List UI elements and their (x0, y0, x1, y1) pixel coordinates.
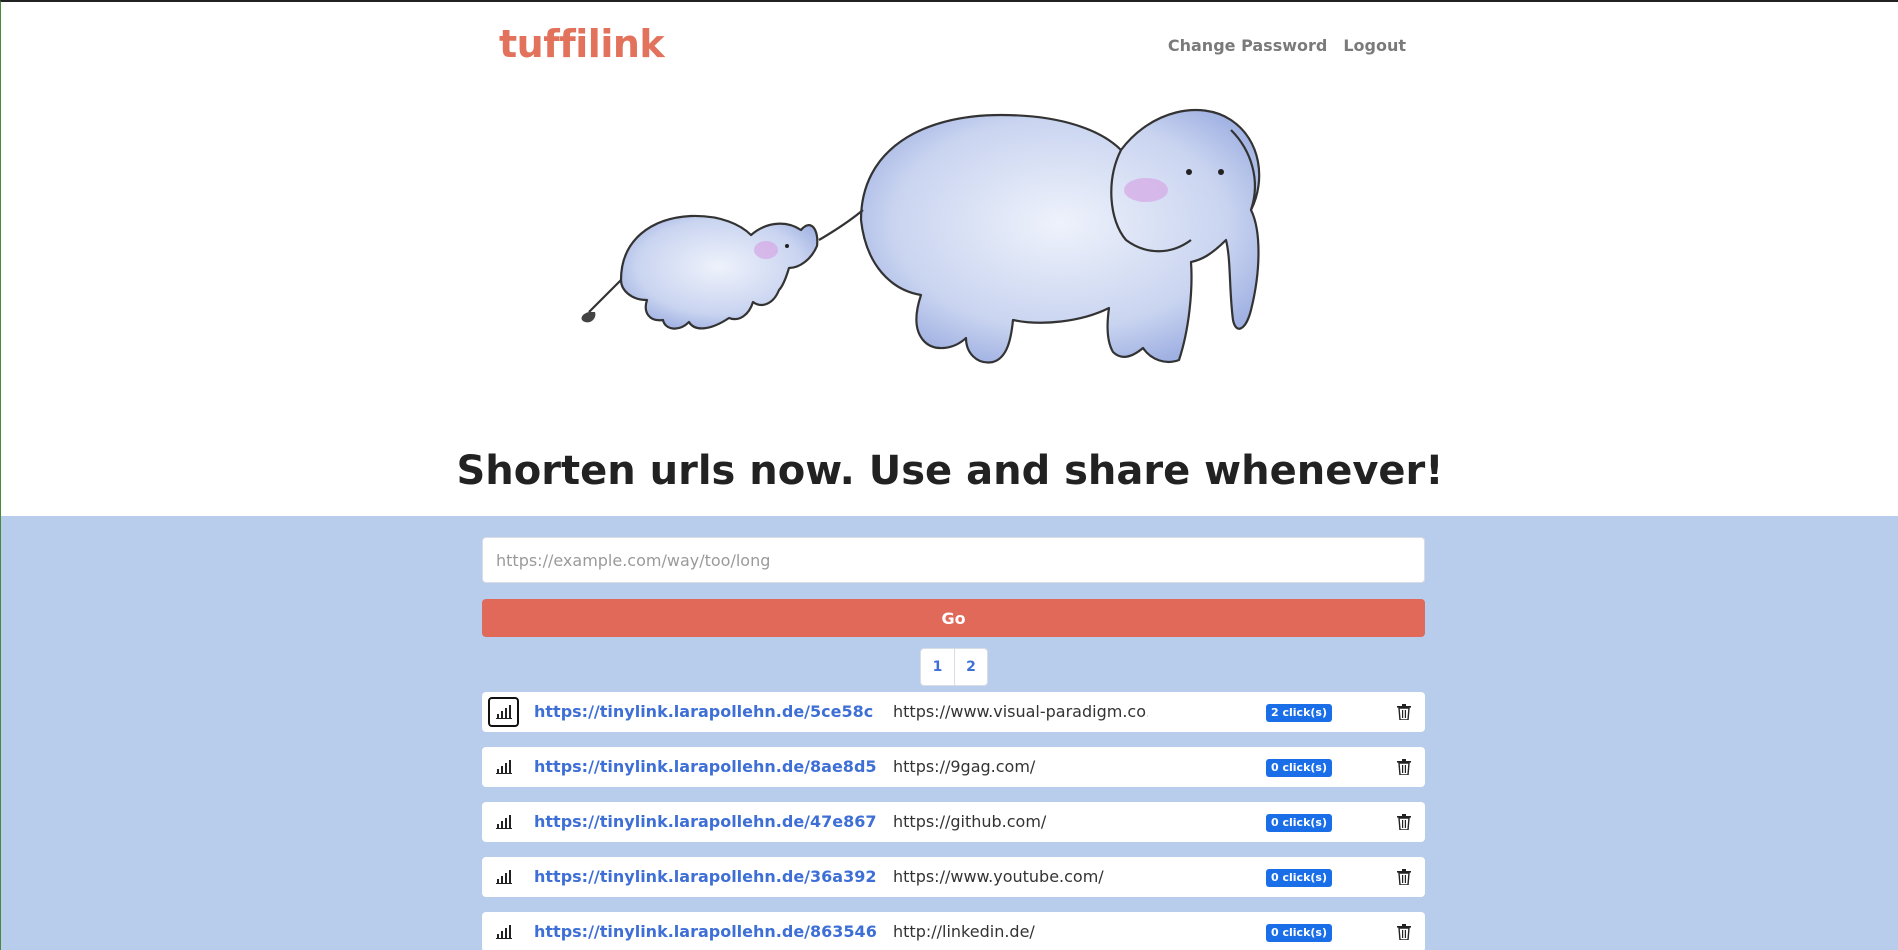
short-link[interactable]: https://tinylink.larapollehn.de/863546 (534, 922, 877, 941)
page-1-link[interactable]: 1 (921, 649, 954, 685)
logout-link[interactable]: Logout (1343, 36, 1406, 55)
original-url: https://www.youtube.com/ (893, 867, 1104, 886)
short-link[interactable]: https://tinylink.larapollehn.de/5ce58c (534, 702, 873, 721)
url-input[interactable] (482, 537, 1425, 583)
short-link[interactable]: https://tinylink.larapollehn.de/36a392 (534, 867, 876, 886)
click-count-badge: 0 click(s) (1266, 814, 1332, 832)
brand-logo[interactable]: tuffilink (499, 22, 665, 66)
trash-icon[interactable] (1395, 758, 1413, 776)
click-count-badge: 0 click(s) (1266, 759, 1332, 777)
trash-icon[interactable] (1395, 868, 1413, 886)
short-link[interactable]: https://tinylink.larapollehn.de/8ae8d5 (534, 757, 877, 776)
link-list: https://tinylink.larapollehn.de/5ce58c ht… (482, 692, 1425, 950)
trash-icon[interactable] (1395, 813, 1413, 831)
elephants-illustration (581, 108, 1261, 364)
original-url: https://9gag.com/ (893, 757, 1036, 776)
stats-icon[interactable] (488, 752, 519, 782)
header-section: tuffilink Change Password Logout Shorten… (1, 2, 1898, 516)
stats-icon[interactable] (488, 807, 519, 837)
stats-icon[interactable] (488, 862, 519, 892)
link-row: https://tinylink.larapollehn.de/5ce58c ht… (482, 692, 1425, 732)
change-password-link[interactable]: Change Password (1168, 36, 1327, 55)
pagination: 1 2 (920, 648, 988, 686)
stats-icon[interactable] (488, 697, 519, 727)
page-headline: Shorten urls now. Use and share whenever… (456, 448, 1444, 494)
original-url: http://linkedin.de/ (893, 922, 1035, 941)
original-url: https://www.visual-paradigm.co… (893, 702, 1148, 721)
link-row: https://tinylink.larapollehn.de/36a392 ht… (482, 857, 1425, 897)
go-button[interactable]: Go (482, 599, 1425, 637)
stats-icon[interactable] (488, 917, 519, 947)
short-link[interactable]: https://tinylink.larapollehn.de/47e867 (534, 812, 877, 831)
trash-icon[interactable] (1395, 923, 1413, 941)
trash-icon[interactable] (1395, 703, 1413, 721)
top-nav: Change Password Logout (1168, 36, 1406, 55)
click-count-badge: 0 click(s) (1266, 869, 1332, 887)
page-2-link[interactable]: 2 (954, 649, 987, 685)
click-count-badge: 2 click(s) (1266, 704, 1332, 722)
link-row: https://tinylink.larapollehn.de/47e867 ht… (482, 802, 1425, 842)
original-url: https://github.com/ (893, 812, 1047, 831)
click-count-badge: 0 click(s) (1266, 924, 1332, 942)
link-row: https://tinylink.larapollehn.de/863546 ht… (482, 912, 1425, 950)
link-row: https://tinylink.larapollehn.de/8ae8d5 ht… (482, 747, 1425, 787)
